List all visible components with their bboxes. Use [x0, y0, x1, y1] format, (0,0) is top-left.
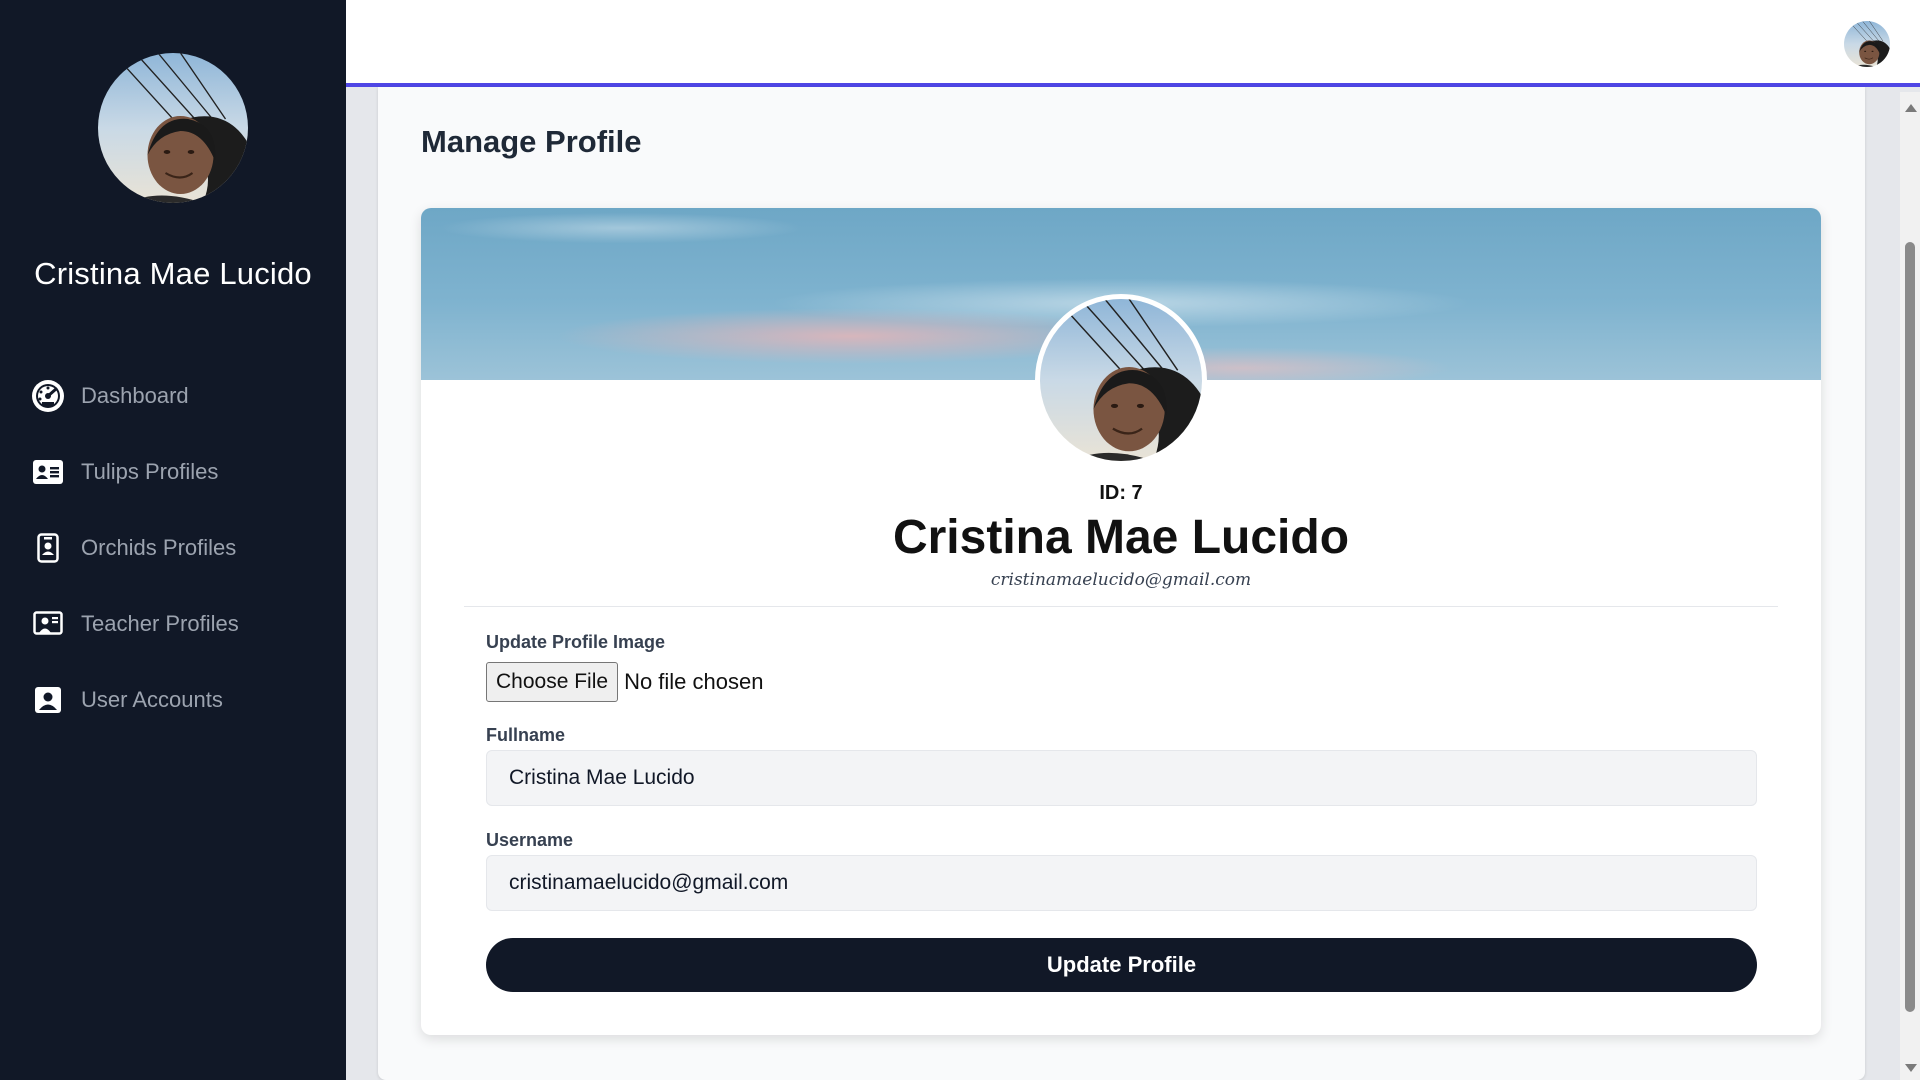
divider — [464, 606, 1778, 607]
username-label: Username — [486, 830, 574, 850]
sidebar-nav: Dashboard Tulips Profiles Orchids Profil… — [0, 358, 346, 738]
id-card-icon — [30, 454, 66, 490]
sidebar-item-label: Orchids Profiles — [81, 535, 237, 560]
page-title: Manage Profile — [421, 124, 642, 159]
image-upload-label: Update Profile Image — [486, 632, 666, 652]
username-input[interactable]: cristinamaelucido@gmail.com — [486, 855, 1757, 911]
fullname-label: Fullname — [486, 725, 566, 745]
file-input: Choose File No file chosen — [486, 662, 763, 702]
id-badge-icon — [30, 530, 66, 566]
profile-email: cristinamaelucido@gmail.com — [990, 570, 1252, 590]
sidebar-avatar — [98, 53, 248, 203]
sidebar-item-label: Teacher Profiles — [81, 611, 239, 636]
scroll-thumb[interactable] — [1905, 242, 1915, 1012]
profile-id: ID: 7 — [1099, 482, 1143, 504]
teacher-icon — [30, 606, 66, 642]
gauge-icon — [30, 378, 66, 414]
fullname-input[interactable]: Cristina Mae Lucido — [486, 750, 1757, 806]
sidebar-item-label: User Accounts — [81, 687, 223, 712]
sidebar-item-teacher-profiles[interactable]: Teacher Profiles — [0, 586, 346, 662]
sidebar-item-user-accounts[interactable]: User Accounts — [0, 662, 346, 738]
file-status: No file chosen — [624, 669, 764, 694]
sidebar-user-name: Cristina Mae Lucido — [34, 256, 312, 291]
top-bar — [346, 0, 1920, 87]
user-square-icon — [30, 682, 66, 718]
choose-file-button[interactable]: Choose File — [486, 662, 619, 702]
sidebar-item-dashboard[interactable]: Dashboard — [0, 358, 346, 434]
scroll-up-icon[interactable] — [1905, 104, 1917, 112]
profile-avatar — [1035, 294, 1207, 466]
sidebar: Cristina Mae Lucido Dashboard Tulips Pro… — [0, 0, 346, 1080]
update-profile-button[interactable]: Update Profile — [486, 938, 1757, 992]
sidebar-item-orchids-profiles[interactable]: Orchids Profiles — [0, 510, 346, 586]
user-menu-avatar[interactable] — [1844, 21, 1890, 67]
profile-card: ID: 7 Cristina Mae Lucido cristinamaeluc… — [421, 208, 1821, 1035]
profile-name: Cristina Mae Lucido — [892, 511, 1350, 564]
scroll-down-icon[interactable] — [1905, 1064, 1917, 1072]
sidebar-item-label: Dashboard — [81, 383, 189, 408]
sidebar-item-label: Tulips Profiles — [81, 459, 219, 484]
page-scrollbar[interactable] — [1900, 92, 1920, 1080]
sidebar-item-tulips-profiles[interactable]: Tulips Profiles — [0, 434, 346, 510]
